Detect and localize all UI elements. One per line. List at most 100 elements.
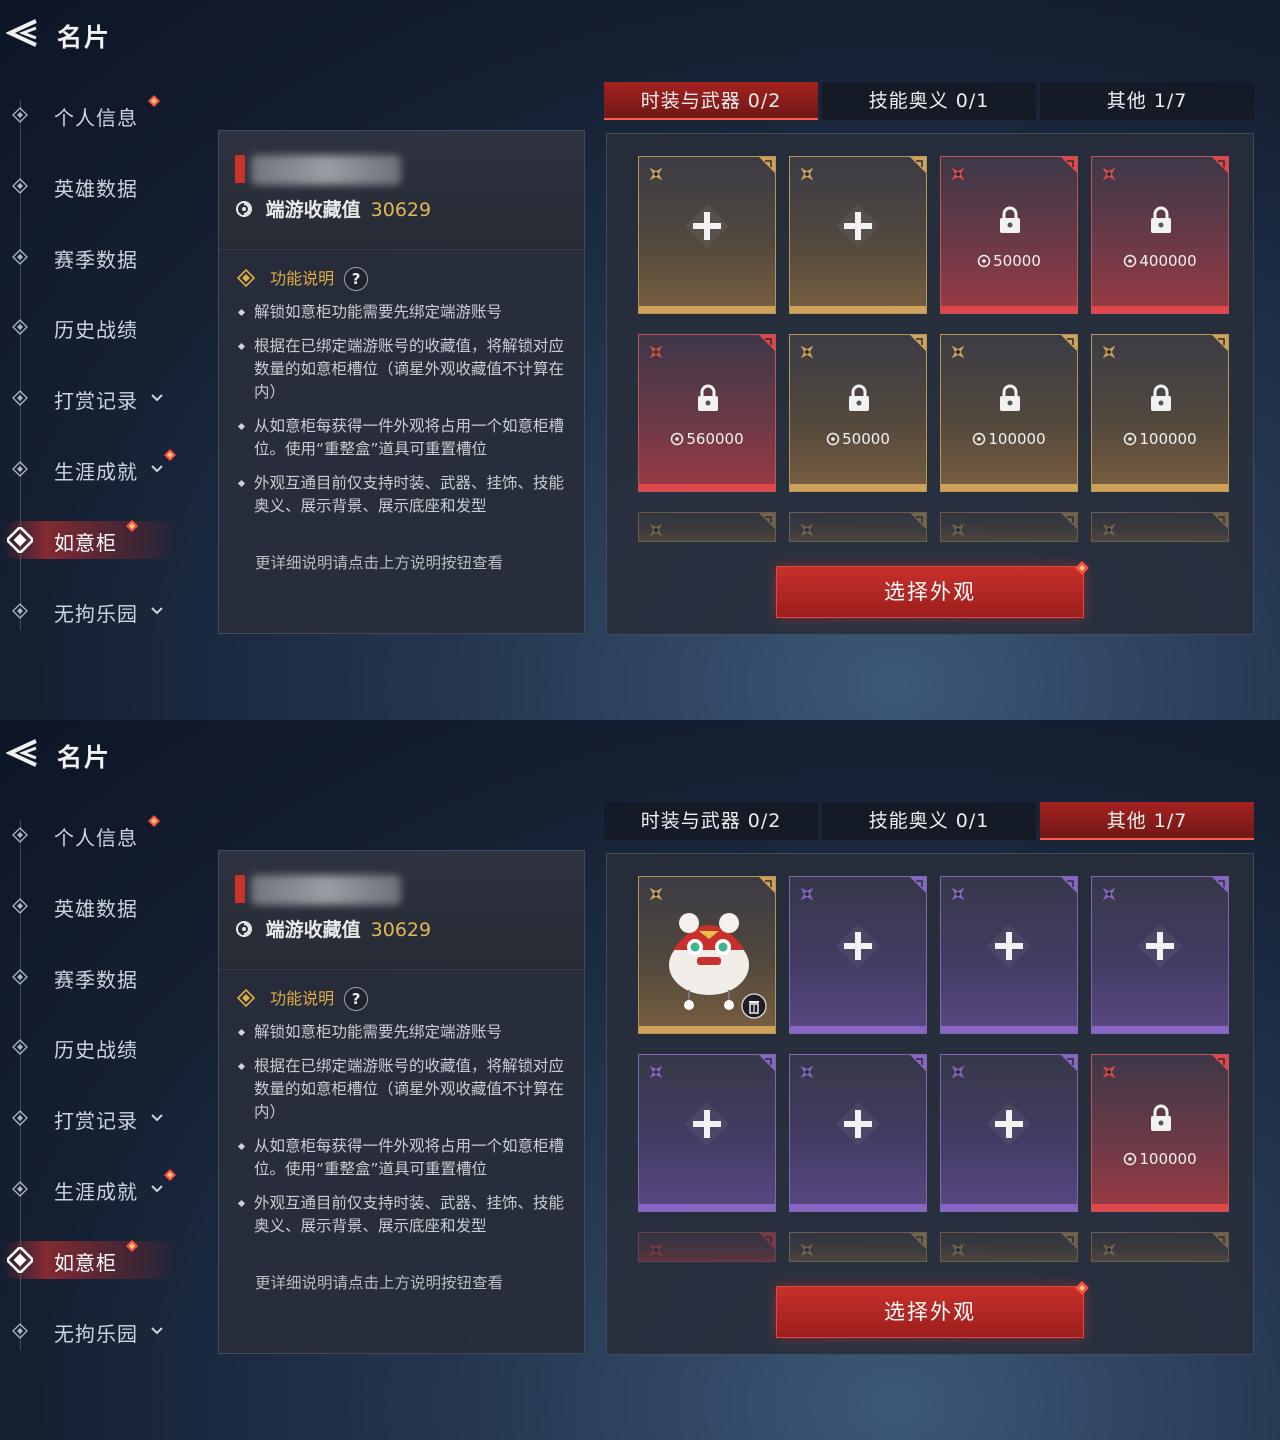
cabinet-slot[interactable] [789,1054,927,1212]
function-description-label: 功能说明 [270,989,335,1008]
rarity-star-icon [649,1243,663,1257]
sidebar-item[interactable]: 生涯成就 [0,1166,200,1212]
slot-corner-icon [910,157,926,173]
add-plus-icon [836,924,880,968]
category-tab[interactable]: 技能奥义 0/1 [822,802,1036,840]
cabinet-slot[interactable] [789,156,927,314]
slot-corner-icon [910,1233,926,1249]
sidebar-nav: 个人信息英雄数据赛季数据历史战绩打赏记录生涯成就如意柜无拘乐园 [0,800,210,1360]
rarity-star-icon [800,167,814,181]
unlock-cost: 50000 [941,252,1077,270]
back-arrow-icon[interactable] [6,18,40,48]
sidebar-item[interactable]: 无拘乐园 [0,588,200,634]
select-appearance-button[interactable]: 选择外观 [776,1281,1089,1338]
cabinet-slot[interactable] [638,1054,776,1212]
rarity-star-icon [951,523,965,537]
sidebar-item[interactable]: 如意柜 [0,517,200,563]
collection-swirl-icon [977,254,991,268]
cabinet-slot[interactable]: 50000 [789,334,927,492]
slot-corner-icon [1212,877,1228,893]
collection-swirl-icon [236,201,252,217]
cabinet-slot[interactable] [638,876,776,1034]
collection-value: 30629 [370,199,432,221]
category-tab[interactable]: 时装与武器 0/2 [604,82,818,120]
sidebar-item-label: 打赏记录 [54,389,138,414]
diamond-icon [12,1322,28,1339]
red-dot-icon [148,815,160,827]
cabinet-slot-partial [1091,512,1229,542]
sidebar-item[interactable]: 英雄数据 [0,163,200,209]
sidebar-item[interactable]: 赛季数据 [0,954,200,1000]
red-dot-icon [164,449,176,461]
unlock-cost: 100000 [941,430,1077,448]
unlock-cost-value: 100000 [988,430,1046,448]
collection-label: 端游收藏值 [265,919,361,941]
unlock-cost-value: 100000 [1139,430,1197,448]
category-tab[interactable]: 时装与武器 0/2 [604,802,818,840]
lock-icon [1151,206,1171,233]
sidebar-item[interactable]: 赛季数据 [0,234,200,280]
slot-corner-icon [910,335,926,351]
sidebar-item[interactable]: 英雄数据 [0,883,200,929]
slot-corner-icon [1061,877,1077,893]
cabinet-slot[interactable] [940,1054,1078,1212]
sidebar-item-label: 英雄数据 [54,176,138,201]
sidebar-item[interactable]: 无拘乐园 [0,1308,200,1354]
select-appearance-button[interactable]: 选择外观 [776,561,1089,618]
slot-corner-icon [1061,157,1077,173]
slot-corner-icon [759,335,775,351]
rarity-bar [790,1204,926,1211]
sidebar-item[interactable]: 生涯成就 [0,446,200,492]
slot-corner-icon [759,157,775,173]
info-panel: 端游收藏值 30629 功能说明? 解锁如意柜功能需要先绑定端游账号 根据在已绑定端… [218,130,585,634]
description-item: 从如意柜每获得一件外观将占用一个如意柜槽位。使用“重整盒”道具可重置槽位 [237,415,572,461]
sidebar-item[interactable]: 历史战绩 [0,1024,200,1070]
rarity-bar [639,1026,775,1033]
sidebar-item[interactable]: 打赏记录 [0,375,200,421]
cabinet-slot[interactable]: 100000 [1091,334,1229,492]
cabinet-slot[interactable] [638,156,776,314]
slot-corner-icon [1212,335,1228,351]
cabinet-slot[interactable] [940,876,1078,1034]
sidebar-item[interactable]: 打赏记录 [0,1095,200,1141]
sidebar-item[interactable]: 如意柜 [0,1237,200,1283]
top-bar: 名片 [0,0,400,70]
sidebar-item[interactable]: 个人信息 [0,812,200,858]
lock-icon [1000,384,1020,411]
cabinet-slot[interactable]: 50000 [940,156,1078,314]
sidebar-item[interactable]: 历史战绩 [0,304,200,350]
cabinet-slot[interactable] [1091,876,1229,1034]
blurred-player-name [251,155,401,185]
rarity-bar [790,1026,926,1033]
slot-corner-icon [1212,1055,1228,1071]
sidebar-item-label: 打赏记录 [54,1109,138,1134]
more-details-text: 更详细说明请点击上方说明按钮查看 [255,554,504,572]
sidebar-item[interactable]: 个人信息 [0,92,200,138]
sidebar-item-label: 历史战绩 [54,1038,138,1063]
add-plus-icon [836,1102,880,1146]
cabinet-slot[interactable]: 100000 [1091,1054,1229,1212]
collection-value-row: 端游收藏值 30629 [235,195,431,222]
cabinet-slot[interactable]: 100000 [940,334,1078,492]
help-button[interactable]: ? [344,987,369,1011]
unlock-cost-value: 400000 [1139,252,1197,270]
category-tab[interactable]: 技能奥义 0/1 [822,82,1036,120]
trash-icon[interactable] [741,993,767,1019]
unlock-cost-value: 50000 [993,252,1041,270]
rarity-star-icon [800,887,814,901]
back-arrow-icon[interactable] [6,738,40,768]
rarity-star-icon [951,1243,965,1257]
unlock-cost: 100000 [1092,430,1228,448]
category-tab[interactable]: 其他 1/7 [1040,82,1254,120]
sidebar-item-label: 如意柜 [54,530,117,555]
help-button[interactable]: ? [344,267,369,291]
cabinet-slot-partial [789,1232,927,1262]
cabinet-slot[interactable]: 560000 [638,334,776,492]
red-dot-icon [1075,1281,1089,1295]
cabinet-slot-partial [638,1232,776,1262]
rarity-star-icon [800,523,814,537]
cabinet-slot[interactable]: 400000 [1091,156,1229,314]
chevron-down-icon [151,1185,163,1193]
category-tab[interactable]: 其他 1/7 [1040,802,1254,840]
cabinet-slot[interactable] [789,876,927,1034]
